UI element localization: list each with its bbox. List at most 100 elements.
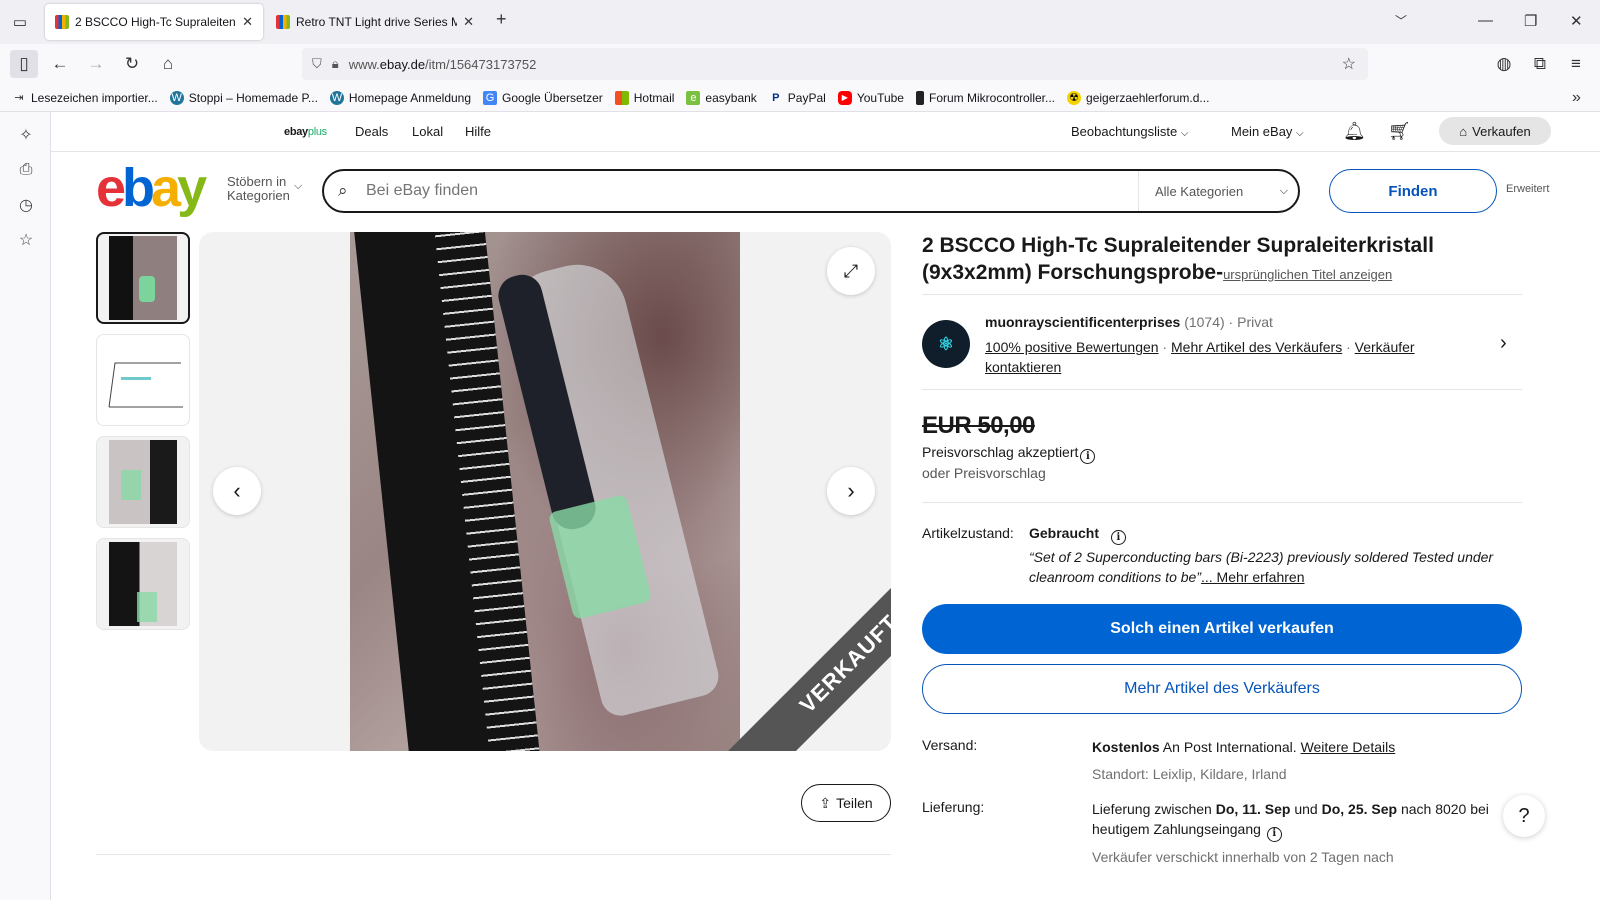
synced-tabs-icon[interactable]: ⎙	[15, 159, 37, 181]
reload-icon[interactable]: ↻	[118, 50, 146, 78]
back-icon[interactable]: ←	[46, 50, 74, 78]
youtube-icon: ▶	[837, 90, 852, 105]
my-ebay-menu[interactable]: Mein eBay ⌵	[1231, 124, 1304, 139]
bookmark-google-translate[interactable]: G Google Übersetzer	[483, 90, 603, 105]
offer-or: oder Preisvorschlag	[922, 465, 1046, 481]
thumbnail-1[interactable]	[96, 232, 190, 324]
seller-items-link[interactable]: Mehr Artikel des Verkäufers	[1171, 339, 1342, 355]
help-link[interactable]: Hilfe	[465, 124, 491, 139]
tab-ebay-item[interactable]: 2 BSCCO High-Tc Supraleitender ✕	[45, 4, 263, 40]
tab-title: Retro TNT Light drive Series MT	[296, 15, 458, 29]
thumbnail-3[interactable]	[96, 436, 190, 528]
forward-icon[interactable]: →	[82, 50, 110, 78]
new-tab-icon[interactable]: +	[496, 9, 507, 30]
close-tab-icon[interactable]: ✕	[242, 14, 253, 30]
watchlist-menu[interactable]: Beobachtungsliste ⌵	[1071, 124, 1188, 139]
sell-similar-button[interactable]: Solch einen Artikel verkaufen	[922, 604, 1522, 654]
sell-button[interactable]: ⌂ Verkaufen	[1439, 117, 1551, 145]
positive-feedback-link[interactable]: 100% positive Bewertungen	[985, 339, 1159, 355]
bookmark-label: geigerzaehlerforum.d...	[1086, 90, 1210, 105]
info-icon[interactable]: i	[1266, 826, 1282, 842]
shield-icon[interactable]: ⛉	[312, 56, 322, 72]
bookmark-geigerzaehlerforum[interactable]: ☢ geigerzaehlerforum.d...	[1067, 90, 1210, 105]
share-icon: ⇪	[819, 794, 832, 811]
previous-image-button[interactable]: ‹	[213, 467, 261, 515]
bookmark-paypal[interactable]: P PayPal	[769, 91, 826, 105]
category-label: Alle Kategorien	[1155, 183, 1244, 199]
seller-links: 100% positive Bewertungen · Mehr Artikel…	[985, 337, 1455, 377]
url-bar[interactable]: ⛉ 🔒︎ www. ebay.de/itm/156473173752 ☆	[302, 48, 1368, 80]
share-button[interactable]: ⇪ Teilen	[801, 784, 891, 822]
seller-name[interactable]: muonrayscientificenterprises	[985, 314, 1180, 330]
plus-main: ebay	[284, 126, 308, 138]
bookmark-import[interactable]: ⇥ Lesezeichen importier...	[12, 91, 157, 105]
account-icon[interactable]: ◍	[1490, 50, 1518, 78]
info-icon[interactable]: i	[1080, 449, 1096, 464]
next-image-button[interactable]: ›	[827, 467, 875, 515]
bookmark-forum-mikrocontroller[interactable]: Forum Mikrocontroller...	[915, 90, 1055, 105]
bookmark-label: Stoppi – Homemade P...	[188, 90, 318, 105]
bookmark-stoppi[interactable]: W Stoppi – Homemade P...	[169, 90, 318, 105]
tab-retro-tnt[interactable]: Retro TNT Light drive Series MT ✕	[266, 4, 484, 40]
more-seller-items-button[interactable]: Mehr Artikel des Verkäufers	[922, 664, 1522, 714]
chevron-right-icon[interactable]: ›	[1500, 332, 1507, 355]
chevron-down-icon: ⌵	[1180, 128, 1189, 139]
more-bookmarks-icon[interactable]: »	[1572, 89, 1581, 107]
history-icon[interactable]: ◷	[15, 194, 37, 216]
learn-more-link[interactable]: ... Mehr erfahren	[1201, 569, 1305, 585]
info-icon[interactable]: i	[1110, 530, 1126, 545]
browse-line2: Kategorien	[227, 188, 290, 203]
chevron-down-icon[interactable]: ﹀	[1395, 12, 1407, 29]
shipping-label: Versand:	[922, 737, 978, 753]
close-window-icon[interactable]: ✕	[1570, 12, 1583, 30]
bookmark-label: Homepage Anmeldung	[348, 90, 472, 105]
menu-icon[interactable]: ≡	[1562, 50, 1590, 78]
minimize-icon[interactable]: —	[1478, 12, 1493, 29]
help-button[interactable]: ?	[1503, 795, 1545, 837]
thumbnail-image	[109, 236, 177, 320]
bookmark-easybank[interactable]: e easybank	[686, 90, 757, 105]
ebay-top-nav: ebayplus Deals Lokal Hilfe Beobachtungsl…	[51, 112, 1600, 152]
seller-info: muonrayscientificenterprises (1074) · Pr…	[985, 314, 1273, 330]
ai-sparkle-icon[interactable]: ✧	[15, 124, 37, 146]
thumbnail-4[interactable]	[96, 538, 190, 630]
sidebar-toggle-icon[interactable]: ▯	[10, 50, 38, 78]
chevron-down-icon: ⌵	[1296, 128, 1304, 139]
bookmark-hotmail[interactable]: Hotmail	[614, 90, 675, 105]
bookmark-youtube[interactable]: ▶ YouTube	[837, 90, 904, 105]
shipping-details-link[interactable]: Weitere Details	[1301, 739, 1396, 755]
bookmark-star-icon[interactable]: ☆	[1342, 54, 1356, 74]
offer-accepted: Preisvorschlag akzeptiert i	[922, 444, 1096, 464]
local-link[interactable]: Lokal	[412, 124, 443, 139]
bookmark-label: Hotmail	[633, 90, 675, 105]
browse-categories[interactable]: Stöbern in Kategorien	[227, 175, 290, 203]
bell-icon[interactable]: 🔔︎	[1343, 121, 1366, 142]
chevron-down-icon: ⌵	[1279, 184, 1288, 197]
condition-description: “Set of 2 Superconducting bars (Bi-2223)…	[1029, 547, 1524, 587]
chevron-down-icon[interactable]: ⌵	[294, 180, 302, 193]
find-button[interactable]: Finden	[1329, 169, 1497, 213]
restore-icon[interactable]: ❐	[1524, 12, 1537, 30]
bookmarks-star-icon[interactable]: ☆	[15, 229, 37, 251]
close-tab-icon[interactable]: ✕	[463, 14, 474, 30]
divider	[922, 502, 1522, 503]
show-original-title-link[interactable]: ursprünglichen Titel anzeigen	[1223, 267, 1392, 282]
cart-icon[interactable]: 🛒︎	[1388, 121, 1411, 142]
bookmark-homepage[interactable]: W Homepage Anmeldung	[329, 90, 472, 105]
seller-avatar[interactable]: ⚛	[922, 320, 970, 368]
home-icon[interactable]: ⌂	[154, 50, 182, 78]
tab-list-icon[interactable]: ▭	[6, 8, 34, 36]
thumbnail-2[interactable]	[96, 334, 190, 426]
extensions-icon[interactable]: ⧉	[1526, 50, 1554, 78]
expand-icon[interactable]: ⤢	[827, 247, 875, 295]
advanced-search-link[interactable]: Erweitert	[1506, 183, 1549, 195]
image-gallery: ⤢ ‹ › VERKAUFT	[199, 232, 891, 751]
url-path: /itm/156473173752	[425, 56, 537, 72]
category-select[interactable]: Alle Kategorien ⌵	[1138, 171, 1300, 211]
ebay-plus-link[interactable]: ebayplus	[284, 126, 327, 138]
browser-tabstrip: ▭ 2 BSCCO High-Tc Supraleitender ✕ Retro…	[0, 0, 1600, 44]
search-input[interactable]	[366, 179, 1126, 203]
lock-icon[interactable]: 🔒︎	[332, 56, 339, 72]
deals-link[interactable]: Deals	[355, 124, 388, 139]
ebay-logo[interactable]: ebay	[96, 158, 207, 218]
